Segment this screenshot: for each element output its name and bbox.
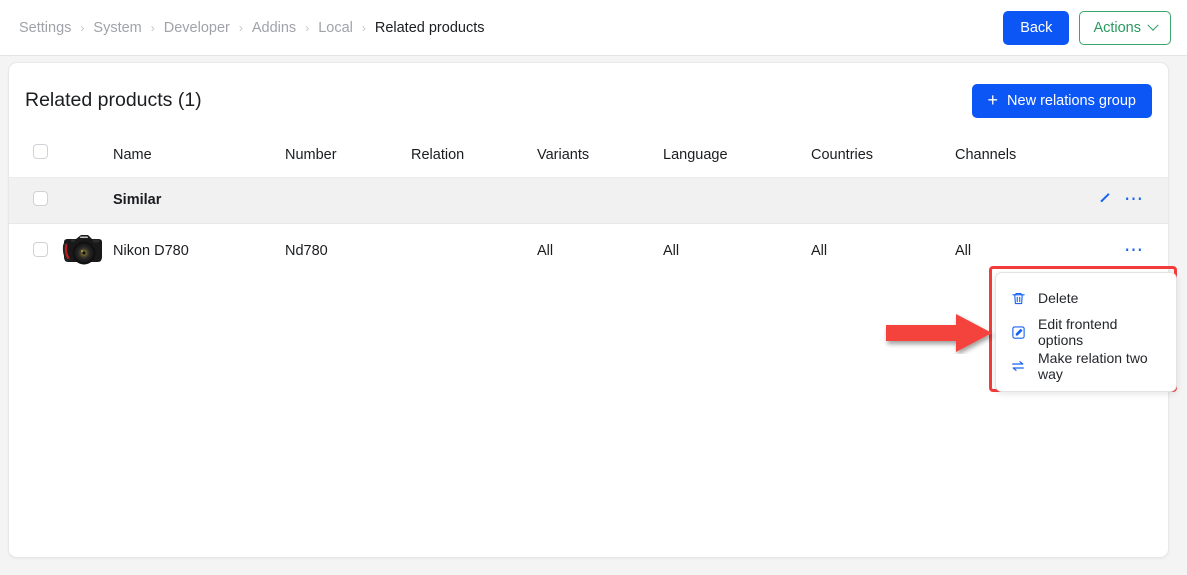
table-header-row: Name Number Relation Variants Language C…: [9, 137, 1168, 177]
group-row-icons: ⋯: [1100, 190, 1168, 209]
breadcrumb-item-addins[interactable]: Addins: [252, 20, 296, 36]
group-row-image-cell: [61, 177, 113, 224]
breadcrumb-separator-icon: ›: [150, 20, 155, 35]
column-header-countries: Countries: [811, 146, 874, 163]
trash-icon: [1010, 290, 1026, 306]
breadcrumb-separator-icon: ›: [80, 20, 85, 35]
actions-button[interactable]: Actions: [1079, 11, 1171, 45]
breadcrumb-item-settings[interactable]: Settings: [19, 20, 71, 36]
new-relations-group-button[interactable]: + New relations group: [971, 84, 1152, 118]
camera-thumbnail-icon: [61, 233, 105, 270]
breadcrumb-item-system[interactable]: System: [93, 20, 141, 36]
image-header: [61, 137, 113, 177]
menu-item-edit-frontend-options[interactable]: Edit frontend options: [996, 315, 1176, 349]
table-header: Name Number Relation Variants Language C…: [9, 137, 1168, 177]
breadcrumb-item-local[interactable]: Local: [318, 20, 353, 36]
group-row-actions-cell: ⋯: [1100, 177, 1168, 224]
plus-icon: +: [987, 90, 999, 110]
actions-button-label: Actions: [1093, 20, 1141, 36]
breadcrumb-separator-icon: ›: [305, 20, 310, 35]
table-body: Similar ⋯ Nikon D780 Nd780 All All All A…: [9, 177, 1168, 279]
page-title: Related products (1): [25, 88, 202, 111]
breadcrumb-item-developer[interactable]: Developer: [164, 20, 230, 36]
topbar-actions: Back Actions: [1003, 11, 1171, 45]
breadcrumb-separator-icon: ›: [361, 20, 366, 35]
column-header-name: Name: [113, 146, 152, 163]
menu-item-make-relation-two-way[interactable]: Make relation two way: [996, 349, 1176, 383]
app-root: Settings › System › Developer › Addins ›…: [0, 0, 1187, 575]
ellipsis-icon[interactable]: ⋯: [1124, 241, 1144, 260]
group-row-select-cell: [9, 177, 61, 224]
menu-item-make-relation-two-way-label: Make relation two way: [1038, 350, 1148, 382]
row-icons: ⋯: [1115, 241, 1168, 260]
select-all-header: [9, 137, 61, 177]
column-header-language: Language: [663, 146, 728, 163]
related-products-table: Name Number Relation Variants Language C…: [9, 137, 1168, 279]
row-relation: [411, 223, 537, 279]
table-group-row[interactable]: Similar ⋯: [9, 177, 1168, 224]
context-menu-highlight: Delete Edit frontend options Make relati…: [989, 266, 1177, 392]
row-context-menu: Delete Edit frontend options Make relati…: [995, 272, 1177, 392]
breadcrumb: Settings › System › Developer › Addins ›…: [19, 20, 484, 36]
row-name: Nikon D780: [113, 243, 189, 260]
row-countries: All: [811, 243, 828, 260]
chevron-down-icon: [1147, 19, 1159, 31]
back-button[interactable]: Back: [1003, 11, 1070, 45]
menu-item-edit-frontend-options-label: Edit frontend options: [1038, 316, 1118, 348]
menu-item-delete[interactable]: Delete: [996, 281, 1176, 315]
breadcrumb-separator-icon: ›: [238, 20, 243, 35]
two-way-arrows-icon: [1010, 358, 1026, 374]
column-header-channels: Channels: [955, 146, 1017, 163]
row-image-cell: [61, 223, 113, 279]
new-relations-group-label: New relations group: [1007, 93, 1136, 109]
menu-item-delete-label: Delete: [1038, 290, 1079, 306]
column-header-variants: Variants: [537, 146, 590, 163]
column-header-relation: Relation: [411, 146, 465, 163]
row-checkbox[interactable]: [33, 241, 48, 257]
edit-square-icon: [1010, 324, 1026, 340]
row-number: Nd780: [285, 243, 328, 260]
group-name-label: Similar: [113, 192, 162, 208]
select-all-checkbox[interactable]: [33, 143, 48, 159]
row-select-cell: [9, 223, 61, 279]
top-bar: Settings › System › Developer › Addins ›…: [0, 0, 1187, 56]
row-language: All: [663, 243, 680, 260]
group-row-name-cell: Similar: [113, 177, 1115, 224]
row-variants: All: [537, 243, 554, 260]
column-header-number: Number: [285, 146, 337, 163]
card-header: Related products (1) + New relations gro…: [9, 63, 1168, 137]
column-header-actions: [1115, 137, 1168, 177]
breadcrumb-item-related-products: Related products: [374, 19, 485, 36]
group-row-checkbox[interactable]: [33, 190, 48, 206]
ellipsis-icon[interactable]: ⋯: [1124, 190, 1144, 209]
